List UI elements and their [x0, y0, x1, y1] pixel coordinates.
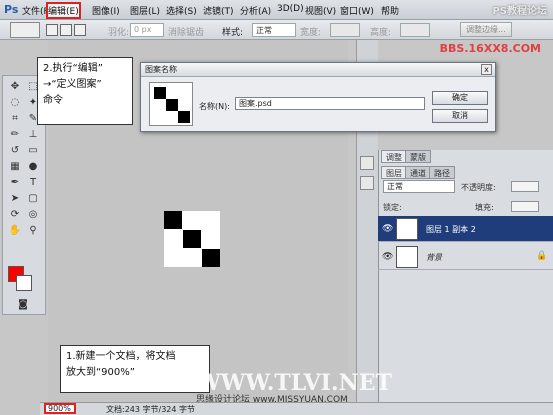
menu-image[interactable]: 图像(I): [92, 4, 120, 17]
layer-row[interactable]: 👁 背景 🔒: [378, 244, 553, 270]
shape-tool-icon[interactable]: ▢: [25, 192, 41, 206]
feather-input[interactable]: 0 px: [130, 23, 164, 37]
opacity-input[interactable]: [511, 181, 539, 192]
blur-tool-icon[interactable]: ●: [25, 160, 41, 174]
photoshop-logo: Ps: [4, 3, 19, 16]
style-select[interactable]: 正常: [252, 23, 296, 37]
menu-help[interactable]: 帮助: [381, 4, 399, 17]
type-tool-icon[interactable]: T: [25, 176, 41, 190]
dialog-title: 图案名称: [141, 63, 495, 77]
lock-icon: 🔒: [536, 251, 548, 261]
tab-adjustments[interactable]: 调整: [381, 150, 407, 163]
callout-line: 命令: [43, 95, 63, 106]
feather-label: 羽化:: [108, 28, 130, 38]
marquee-preset-button[interactable]: [10, 22, 40, 38]
document-image: [164, 211, 220, 267]
options-bar: 羽化: 0 px 消除锯齿 样式: 正常 宽度: 高度: 调整边缘... BBS…: [0, 20, 553, 55]
subtract-selection-icon[interactable]: [74, 24, 86, 36]
menu-analysis[interactable]: 分析(A): [240, 4, 271, 17]
pattern-block: [164, 211, 182, 229]
layer-name[interactable]: 图层 1 副本 2: [426, 224, 476, 235]
layer-name[interactable]: 背景: [426, 252, 442, 263]
eye-icon[interactable]: 👁: [382, 224, 393, 234]
preview-block: [166, 99, 178, 111]
layer-thumbnail: [396, 218, 418, 240]
antialias-label[interactable]: 消除锯齿: [168, 25, 204, 38]
menu-select[interactable]: 选择(S): [166, 4, 197, 17]
lock-label: 锁定:: [383, 203, 402, 212]
pattern-name-dialog: 图案名称 x 名称(N): 图案.psd 确定 取消: [140, 62, 496, 132]
refine-edge-button[interactable]: 调整边缘...: [460, 22, 512, 37]
eraser-icon[interactable]: ▭: [25, 144, 41, 158]
stamp-tool-icon[interactable]: ⊥: [25, 128, 41, 142]
pen-tool-icon[interactable]: ✒: [7, 176, 23, 190]
pattern-block: [183, 230, 201, 248]
step2-callout: 2.执行“编辑” →“定义图案” 命令: [37, 57, 133, 125]
gradient-tool-icon[interactable]: ▦: [7, 160, 23, 174]
zoom-tool-icon[interactable]: ⚲: [25, 224, 41, 238]
watermark-top: PS教程论坛: [492, 6, 547, 17]
menu-edit[interactable]: 编辑(E): [46, 2, 81, 19]
pattern-preview: [149, 82, 193, 126]
pattern-block: [202, 249, 220, 267]
brush-tool-icon[interactable]: ✏: [7, 128, 23, 142]
layers-panel-icon[interactable]: [360, 176, 374, 190]
callout-line: 2.执行“编辑”: [43, 63, 103, 74]
fill-label: 填充:: [475, 203, 494, 212]
callout-line: 1.新建一个文档，将文档: [66, 351, 176, 362]
right-panels: 调整 蒙版 图层 通道 路径 正常 不透明度: 锁定: 填充:: [378, 150, 553, 402]
name-label: 名称(N):: [199, 102, 230, 111]
style-label: 样式:: [222, 28, 244, 38]
watermark-url: BBS.16XX8.COM: [439, 42, 541, 55]
path-select-icon[interactable]: ➤: [7, 192, 23, 206]
3d-camera-icon[interactable]: ◎: [25, 208, 41, 222]
blend-mode-select[interactable]: 正常: [383, 180, 455, 193]
menu-view[interactable]: 视图(V): [305, 4, 336, 17]
layer-row[interactable]: 👁 图层 1 副本 2: [378, 216, 553, 242]
tab-channels[interactable]: 通道: [405, 166, 431, 179]
layer-thumbnail: [396, 246, 418, 268]
callout-line: →“定义图案”: [43, 79, 102, 90]
menu-3d[interactable]: 3D(D): [277, 4, 304, 14]
zoom-field[interactable]: 900%: [44, 403, 76, 414]
close-icon[interactable]: x: [481, 64, 492, 75]
callout-line: 放大到“900%”: [66, 367, 135, 378]
move-tool-icon[interactable]: ✥: [7, 80, 23, 94]
width-input[interactable]: [330, 23, 360, 37]
add-selection-icon[interactable]: [60, 24, 72, 36]
menu-layer[interactable]: 图层(L): [130, 4, 160, 17]
fill-input[interactable]: [511, 201, 539, 212]
opacity-label: 不透明度:: [461, 183, 496, 192]
lasso-tool-icon[interactable]: ◌: [7, 96, 23, 110]
step1-callout: 1.新建一个文档，将文档 放大到“900%”: [60, 345, 210, 393]
tab-layers[interactable]: 图层: [381, 166, 407, 179]
ok-button[interactable]: 确定: [432, 91, 488, 105]
preview-block: [154, 87, 166, 99]
new-selection-icon[interactable]: [46, 24, 58, 36]
width-label: 宽度:: [300, 28, 322, 38]
preview-block: [178, 111, 190, 123]
menu-window[interactable]: 窗口(W): [340, 4, 374, 17]
history-brush-icon[interactable]: ↺: [7, 144, 23, 158]
menu-bar: Ps 文件(F) 编辑(E) 图像(I) 图层(L) 选择(S) 滤镜(T) 分…: [0, 0, 553, 20]
height-input[interactable]: [400, 23, 430, 37]
background-color-swatch[interactable]: [16, 275, 32, 291]
cancel-button[interactable]: 取消: [432, 109, 488, 123]
adjust-panel-icon[interactable]: [360, 156, 374, 170]
crop-tool-icon[interactable]: ⌗: [7, 112, 23, 126]
menu-filter[interactable]: 滤镜(T): [203, 4, 234, 17]
document-info: 文档:243 字节/324 字节: [106, 405, 196, 414]
3d-rotate-icon[interactable]: ⟳: [7, 208, 23, 222]
height-label: 高度:: [370, 28, 392, 38]
quick-mask-icon[interactable]: ◙: [15, 298, 31, 312]
name-input[interactable]: 图案.psd: [235, 97, 425, 110]
tab-masks[interactable]: 蒙版: [405, 150, 431, 163]
eye-icon[interactable]: 👁: [382, 252, 393, 262]
tab-paths[interactable]: 路径: [429, 166, 455, 179]
hand-tool-icon[interactable]: ✋: [7, 224, 23, 238]
